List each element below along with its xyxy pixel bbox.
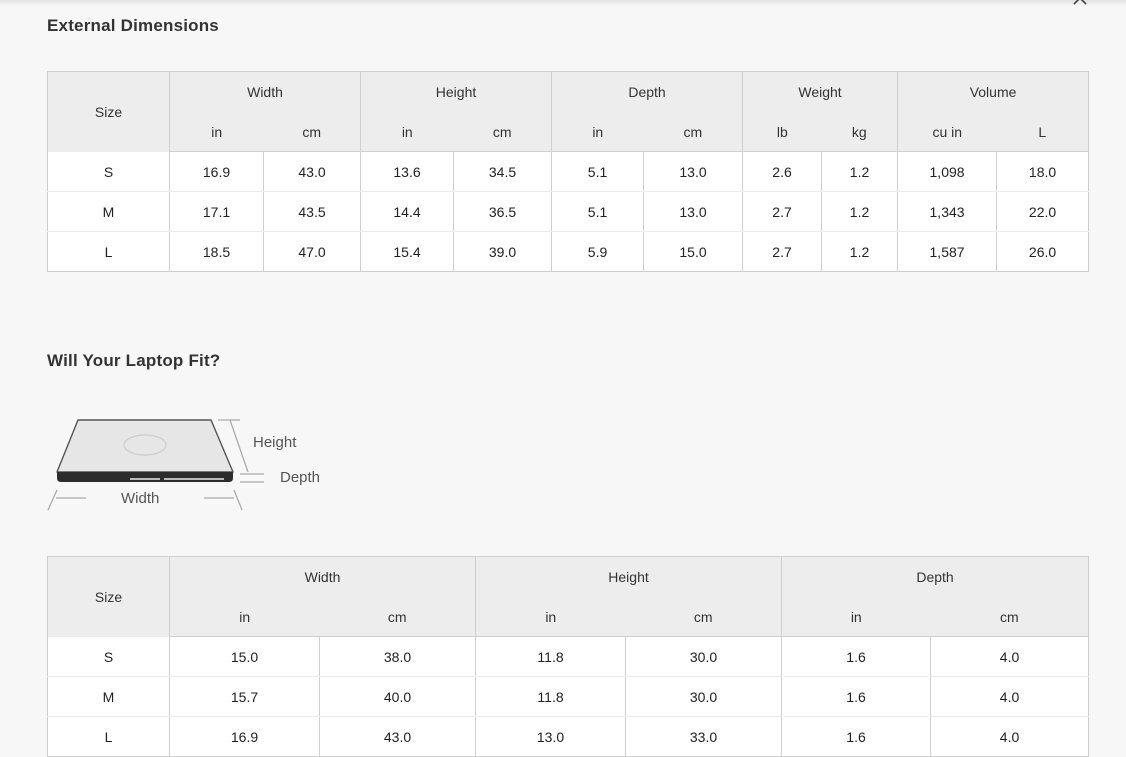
diagram-label-depth: Depth (280, 469, 321, 486)
table-cell: 26.0 (996, 231, 1090, 272)
laptop-fit-table: Size Width Height Depth in cm in cm in c… (47, 556, 1090, 757)
table-cell: 13.6 (360, 151, 455, 192)
table-cell: 14.4 (360, 191, 455, 232)
table-row: S 16.9 43.0 13.6 34.5 5.1 13.0 2.6 1.2 1… (47, 151, 1090, 192)
table-cell: 16.9 (169, 716, 320, 757)
table-cell: 1,098 (897, 151, 998, 192)
table-cell: 39.0 (453, 231, 553, 272)
size-column-header: Size (47, 556, 170, 637)
table-cell: 18.0 (996, 151, 1090, 192)
table-cell: 13.0 (475, 716, 627, 757)
table-cell: 15.0 (169, 636, 320, 677)
table-cell: 11.8 (475, 636, 627, 677)
table-cell: 43.0 (318, 716, 477, 757)
table-row: S 15.0 38.0 11.8 30.0 1.6 4.0 (47, 636, 1090, 677)
table-cell: 38.0 (318, 636, 477, 677)
table-cell: 22.0 (996, 191, 1090, 232)
unit-header: cm (930, 597, 1090, 637)
height-group-header: Height (475, 556, 783, 597)
table-cell: 4.0 (930, 636, 1090, 677)
diagram-label-width: Width (121, 490, 160, 507)
table-cell: 2.7 (742, 191, 823, 232)
width-group-header: Width (168, 71, 362, 112)
size-cell: L (47, 716, 170, 757)
table-cell: 47.0 (262, 231, 362, 272)
table-cell: 15.7 (169, 676, 320, 717)
unit-header: in (475, 597, 626, 637)
laptop-diagram-icon (47, 419, 264, 511)
table-cell: 30.0 (625, 676, 783, 717)
table-cell: 2.7 (742, 231, 823, 272)
table-cell: 5.9 (551, 231, 645, 272)
table-cell: 1.2 (821, 191, 899, 232)
laptop-diagram: Height Depth Width (44, 412, 344, 524)
size-cell: S (47, 151, 170, 192)
unit-header: in (781, 597, 931, 637)
unit-header: cm (319, 597, 477, 637)
table-row: L 18.5 47.0 15.4 39.0 5.9 15.0 2.7 1.2 1… (47, 231, 1090, 272)
table-cell: 40.0 (318, 676, 477, 717)
unit-header: cm (453, 112, 553, 152)
table-cell: 13.0 (643, 191, 744, 232)
unit-header: L (996, 112, 1090, 152)
table-cell: 1.6 (781, 676, 932, 717)
table-cell: 30.0 (625, 636, 783, 677)
table-cell: 1.2 (821, 231, 899, 272)
table-cell: 4.0 (930, 716, 1090, 757)
external-dimensions-title: External Dimensions (47, 16, 219, 35)
table-cell: 2.6 (742, 151, 823, 192)
unit-header: cm (643, 112, 744, 152)
table-cell: 5.1 (551, 191, 645, 232)
volume-group-header: Volume (897, 71, 1090, 112)
unit-header: in (169, 597, 320, 637)
table-cell: 18.5 (169, 231, 264, 272)
table-cell: 5.1 (551, 151, 645, 192)
unit-header: cu in (897, 112, 997, 152)
diagram-label-height: Height (253, 434, 297, 451)
table-cell: 34.5 (453, 151, 553, 192)
size-cell: M (47, 676, 170, 717)
table-row: M 15.7 40.0 11.8 30.0 1.6 4.0 (47, 676, 1090, 717)
unit-header: kg (821, 112, 899, 152)
unit-header: cm (625, 597, 783, 637)
table-cell: 15.0 (643, 231, 744, 272)
unit-header: lb (742, 112, 822, 152)
table-cell: 1.2 (821, 151, 899, 192)
size-cell: L (47, 231, 170, 272)
unit-header: in (169, 112, 264, 152)
table-cell: 1,343 (897, 191, 998, 232)
weight-group-header: Weight (742, 71, 899, 112)
table-cell: 1.6 (781, 716, 932, 757)
table-cell: 13.0 (643, 151, 744, 192)
table-row: M 17.1 43.5 14.4 36.5 5.1 13.0 2.7 1.2 1… (47, 191, 1090, 232)
unit-header: in (360, 112, 454, 152)
height-group-header: Height (360, 71, 553, 112)
size-column-header: Size (47, 71, 170, 152)
unit-header: in (551, 112, 644, 152)
table-cell: 15.4 (360, 231, 455, 272)
size-cell: M (47, 191, 170, 232)
modal-top-shadow (0, 0, 1126, 6)
unit-header: cm (263, 112, 362, 152)
table-cell: 36.5 (453, 191, 553, 232)
laptop-fit-title: Will Your Laptop Fit? (47, 351, 221, 370)
table-cell: 11.8 (475, 676, 627, 717)
table-cell: 43.0 (262, 151, 362, 192)
table-row: L 16.9 43.0 13.0 33.0 1.6 4.0 (47, 716, 1090, 757)
depth-group-header: Depth (551, 71, 744, 112)
external-dimensions-table: Size Width Height Depth Weight Volume in… (47, 71, 1090, 272)
close-icon (1073, 0, 1087, 5)
table-cell: 17.1 (169, 191, 264, 232)
table-cell: 1.6 (781, 636, 932, 677)
table-cell: 1,587 (897, 231, 998, 272)
size-cell: S (47, 636, 170, 677)
close-button[interactable] (1068, 0, 1092, 10)
table-cell: 4.0 (930, 676, 1090, 717)
depth-group-header: Depth (781, 556, 1090, 597)
width-group-header: Width (168, 556, 477, 597)
table-cell: 16.9 (169, 151, 264, 192)
table-cell: 43.5 (262, 191, 362, 232)
table-cell: 33.0 (625, 716, 783, 757)
